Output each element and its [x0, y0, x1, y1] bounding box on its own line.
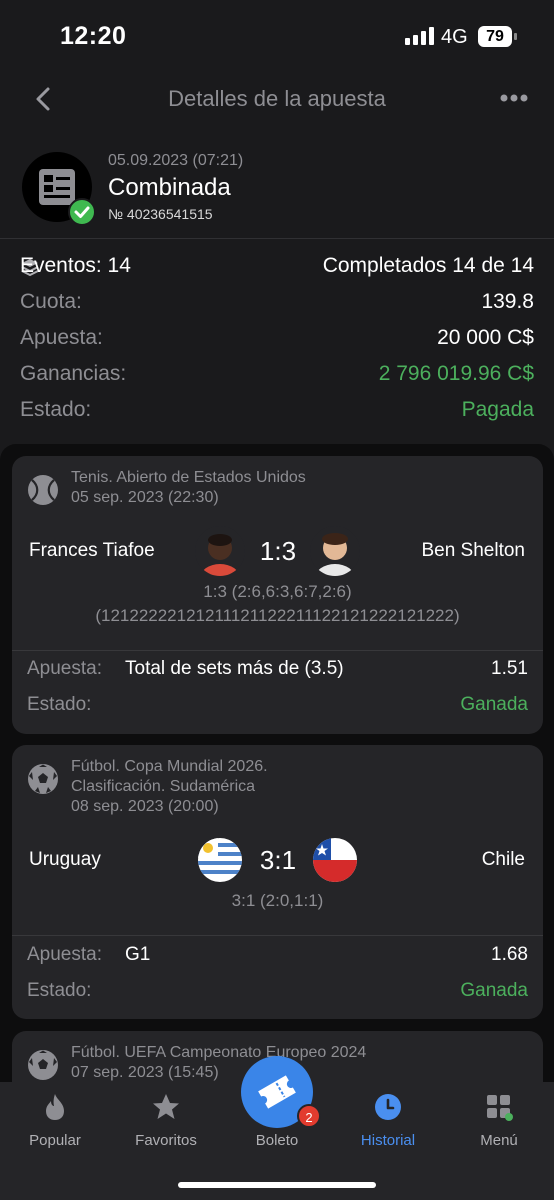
- tab-label: Popular: [29, 1132, 81, 1149]
- player-avatar: [310, 526, 360, 576]
- network-type: 4G: [441, 26, 468, 48]
- match-score: 1:3: [259, 536, 297, 566]
- star-icon: [153, 1094, 179, 1119]
- soccer-ball-icon: [28, 1050, 58, 1080]
- status-bar: 12:20 4G 79: [0, 0, 554, 70]
- home-team: Uruguay: [29, 849, 101, 870]
- stake-label: Apuesta:: [20, 326, 103, 349]
- clock-icon: [375, 1094, 401, 1120]
- odds-value: 139.8: [481, 290, 534, 313]
- event-stage: Clasificación. Sudamérica: [71, 778, 256, 795]
- result-value: Ganada: [460, 694, 528, 715]
- event-league: Fútbol. Copa Mundial 2026.: [71, 758, 268, 775]
- event-card[interactable]: Tenis. Abierto de Estados Unidos 05 sep.…: [12, 456, 543, 734]
- bet-market: Total de sets más de (3.5): [125, 658, 344, 679]
- match-score: 3:1: [259, 845, 297, 875]
- result-label: Estado:: [27, 694, 92, 715]
- navigation-bar: Detalles de la apuesta: [0, 72, 554, 126]
- result-value: Ganada: [460, 980, 528, 1001]
- point-sequence: (12122222121211121122211122121222121222): [95, 606, 460, 625]
- odds-label: Cuota:: [20, 290, 82, 313]
- player-avatar: [195, 526, 245, 576]
- home-team: Frances Tiafoe: [29, 540, 155, 561]
- tab-popular[interactable]: Popular: [0, 1082, 110, 1162]
- tab-historial[interactable]: Historial: [333, 1082, 443, 1162]
- tab-label: Boleto: [255, 1132, 299, 1149]
- summary-events-row: Eventos: 14 Completados 14 de 14: [20, 254, 534, 284]
- more-dots-icon: [500, 94, 528, 102]
- result-label: Estado:: [27, 980, 92, 1001]
- chile-flag-icon: [313, 838, 357, 882]
- bet-label: Apuesta:: [27, 658, 102, 679]
- status-value: Pagada: [461, 398, 534, 421]
- tab-label: Menú: [480, 1132, 518, 1149]
- winnings-label: Ganancias:: [20, 362, 127, 385]
- summary-odds-row: Cuota: 139.8: [20, 290, 534, 320]
- events-count: Eventos: 14: [20, 254, 131, 277]
- event-meta: Fútbol. Copa Mundial 2026. Clasificación…: [71, 757, 268, 817]
- battery-icon: 79: [478, 26, 517, 47]
- away-team: Chile: [481, 849, 525, 870]
- winnings-value: 2 796 019.96 C$: [378, 362, 534, 385]
- flame-icon: [46, 1094, 64, 1120]
- status-label: Estado:: [20, 398, 92, 421]
- success-check-icon: [68, 198, 96, 226]
- uruguay-flag-icon: [198, 838, 242, 882]
- half-scores: 3:1 (2:0,1:1): [231, 891, 324, 910]
- bet-type: Combinada: [108, 174, 231, 201]
- tab-label: Historial: [360, 1132, 416, 1149]
- card-divider: [12, 935, 543, 936]
- event-meta: Fútbol. UEFA Campeonato Europeo 2024 07 …: [71, 1043, 366, 1083]
- bet-label: Apuesta:: [27, 944, 102, 965]
- bet-number: № 40236541515: [108, 206, 213, 222]
- tab-label: Favoritos: [135, 1132, 197, 1149]
- summary-status-row: Estado: Pagada: [20, 398, 534, 428]
- stake-value: 20 000 C$: [437, 326, 534, 349]
- tennis-ball-icon: [28, 475, 58, 505]
- event-league: Fútbol. UEFA Campeonato Europeo 2024: [71, 1044, 367, 1061]
- cart-count-badge: 2: [297, 1104, 321, 1128]
- summary-stake-row: Apuesta: 20 000 C$: [20, 326, 534, 356]
- tab-menu[interactable]: Menú: [444, 1082, 554, 1162]
- event-card[interactable]: Fútbol. Copa Mundial 2026. Clasificación…: [12, 745, 543, 1019]
- summary-winnings-row: Ganancias: 2 796 019.96 C$: [20, 362, 534, 392]
- event-date: 07 sep. 2023 (15:45): [71, 1064, 219, 1081]
- set-scores: 1:3 (2:6,6:3,6:7,2:6): [203, 582, 352, 601]
- card-divider: [12, 650, 543, 651]
- bet-market: G1: [125, 944, 151, 965]
- events-completed: Completados 14 de 14: [322, 254, 534, 277]
- signal-icon: [405, 27, 434, 45]
- event-date: 05 sep. 2023 (22:30): [71, 489, 219, 506]
- divider: [0, 238, 554, 239]
- event-date: 08 sep. 2023 (20:00): [71, 798, 219, 815]
- bet-odds: 1.68: [491, 944, 528, 965]
- more-options-button[interactable]: [498, 88, 532, 108]
- tab-favorites[interactable]: Favoritos: [111, 1082, 221, 1162]
- away-team: Ben Shelton: [421, 540, 525, 561]
- status-time: 12:20: [60, 22, 127, 50]
- grid-icon: [487, 1095, 513, 1121]
- home-indicator[interactable]: [178, 1182, 376, 1188]
- soccer-ball-icon: [28, 764, 58, 794]
- page-title: Detalles de la apuesta: [168, 86, 386, 111]
- bet-odds: 1.51: [491, 658, 528, 679]
- event-meta: Tenis. Abierto de Estados Unidos 05 sep.…: [71, 468, 306, 508]
- bet-date: 05.09.2023 (07:21): [108, 152, 244, 169]
- event-league: Tenis. Abierto de Estados Unidos: [71, 469, 306, 486]
